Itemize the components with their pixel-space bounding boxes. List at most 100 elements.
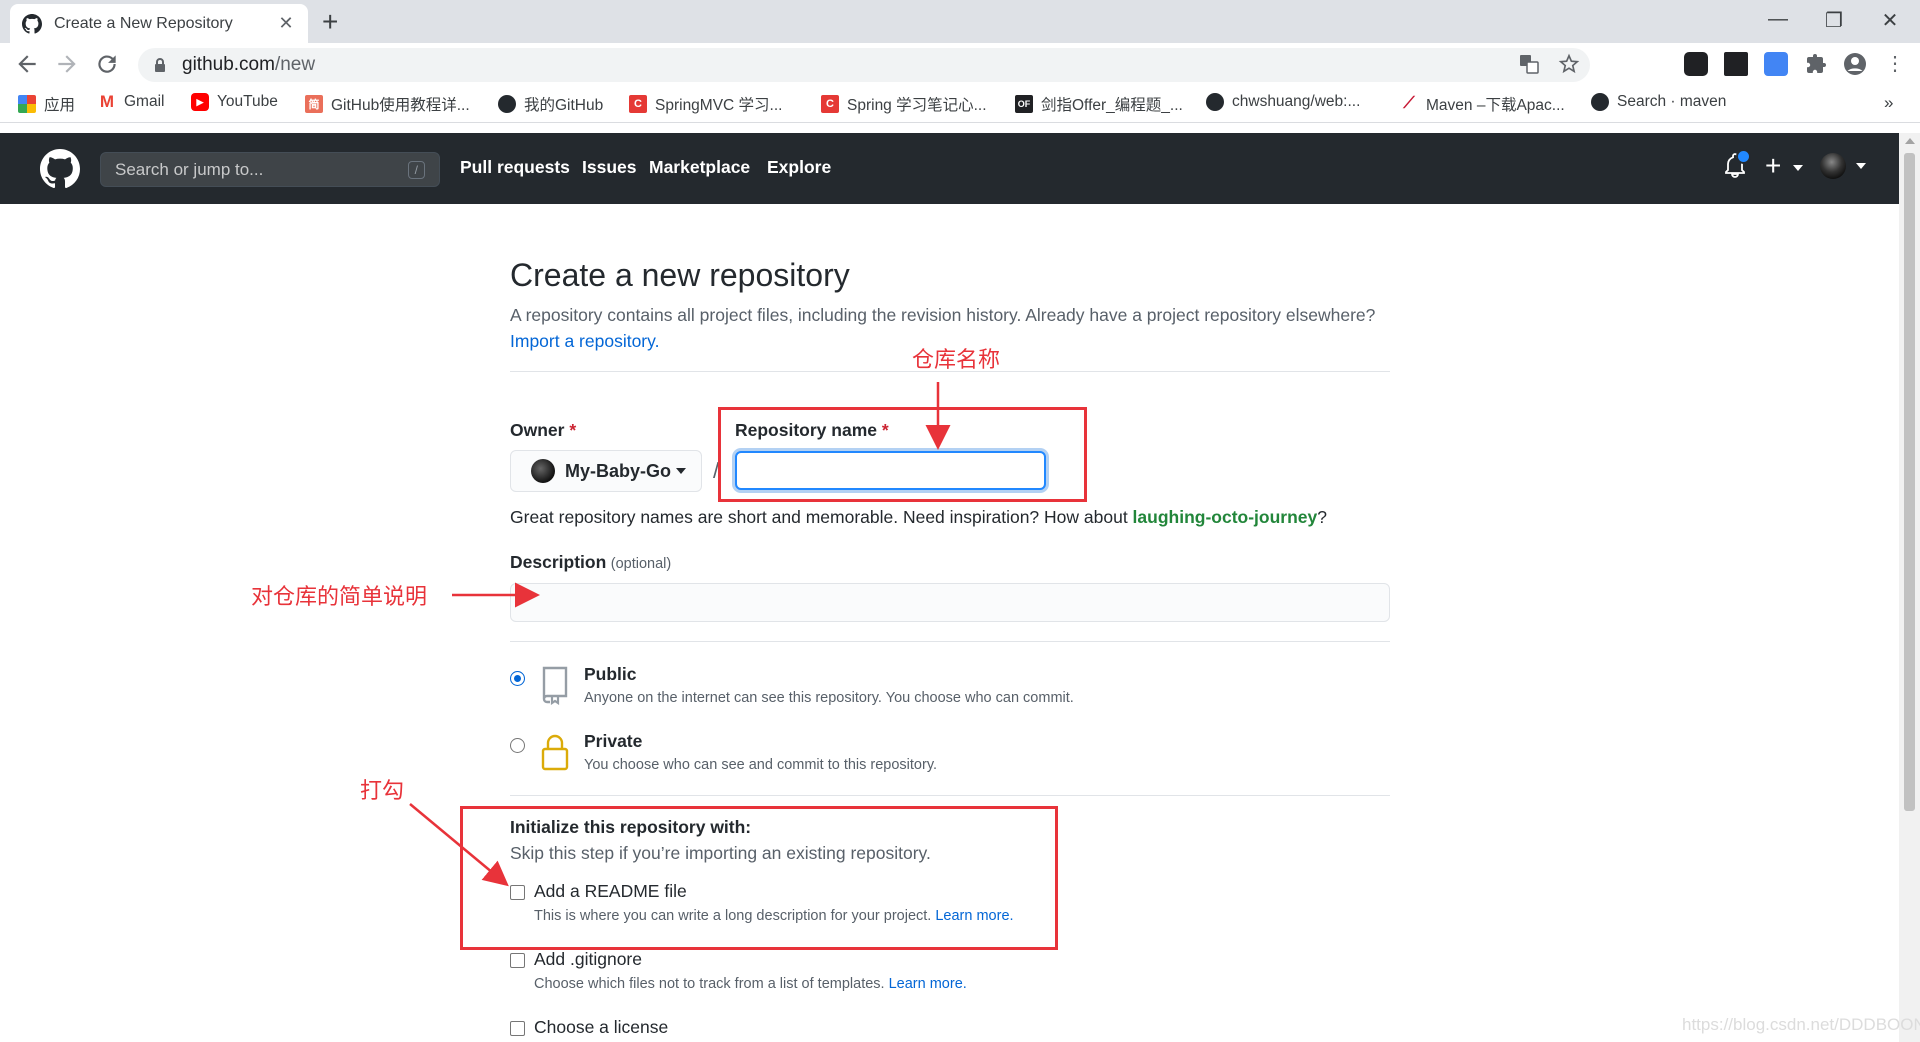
bookmark-star-icon[interactable] bbox=[1558, 53, 1580, 75]
plus-icon: + bbox=[1765, 150, 1782, 181]
github-icon bbox=[1206, 93, 1224, 111]
nav-marketplace[interactable]: Marketplace bbox=[649, 157, 750, 178]
csdn-icon: C bbox=[821, 95, 839, 113]
lock-icon bbox=[155, 58, 165, 72]
bookmark-chwshuang[interactable]: chwshuang/web:... bbox=[1206, 93, 1360, 111]
bookmarks-overflow-button[interactable]: » bbox=[1884, 93, 1893, 113]
page-scrollbar[interactable] bbox=[1899, 133, 1920, 1042]
import-repository-link[interactable]: Import a repository. bbox=[510, 331, 659, 351]
gitignore-checkbox[interactable] bbox=[510, 953, 525, 968]
reload-icon[interactable] bbox=[94, 51, 120, 77]
gitignore-title: Add .gitignore bbox=[534, 949, 642, 969]
suggested-name[interactable]: laughing-octo-journey bbox=[1133, 507, 1318, 527]
bookmark-gmail[interactable]: M Gmail bbox=[98, 92, 165, 111]
bookmark-my-github[interactable]: 我的GitHub bbox=[498, 93, 603, 115]
watermark: https://blog.csdn.net/DDDBOON bbox=[1682, 1015, 1920, 1034]
gitignore-note-text: Choose which files not to track from a l… bbox=[534, 976, 885, 992]
repo-name-hint: Great repository names are short and mem… bbox=[510, 507, 1327, 528]
address-bar[interactable]: github.com/new bbox=[138, 48, 1590, 82]
hint-suffix: ? bbox=[1317, 507, 1327, 527]
browser-toolbar: github.com/new ⋮ bbox=[0, 43, 1920, 86]
user-avatar-menu[interactable] bbox=[1820, 153, 1866, 179]
scroll-up-icon[interactable] bbox=[1905, 138, 1915, 144]
minimize-button[interactable]: — bbox=[1763, 8, 1793, 31]
extensions-puzzle-icon[interactable] bbox=[1804, 52, 1828, 76]
annotation-box-initialize bbox=[460, 806, 1058, 950]
close-window-button[interactable]: ✕ bbox=[1875, 8, 1905, 33]
bookmark-label: Gmail bbox=[124, 93, 165, 110]
github-search-input[interactable]: Search or jump to... / bbox=[100, 152, 440, 187]
nav-explore[interactable]: Explore bbox=[767, 157, 831, 178]
maven-icon: ⟋ bbox=[1403, 95, 1415, 112]
tab-close-icon[interactable]: ✕ bbox=[276, 13, 296, 34]
owner-avatar bbox=[531, 459, 555, 483]
repo-book-icon bbox=[542, 666, 568, 705]
license-checkbox[interactable] bbox=[510, 1021, 525, 1036]
bookmark-springmvc[interactable]: C SpringMVC 学习... bbox=[629, 93, 782, 115]
gitignore-learn-more-link[interactable]: Learn more. bbox=[889, 976, 967, 992]
search-shortcut-key: / bbox=[407, 160, 425, 179]
create-new-plus-button[interactable]: + bbox=[1765, 150, 1804, 182]
owner-label-text: Owner bbox=[510, 420, 565, 440]
youtube-icon: ▶ bbox=[191, 93, 209, 111]
chrome-menu-icon[interactable]: ⋮ bbox=[1882, 51, 1908, 77]
bookmark-apps[interactable]: 应用 bbox=[18, 93, 75, 115]
nowcoder-icon: OF bbox=[1015, 95, 1033, 113]
url-text: github.com/new bbox=[182, 54, 315, 76]
nav-pull-requests[interactable]: Pull requests bbox=[460, 157, 570, 178]
github-logo-icon[interactable] bbox=[40, 149, 80, 189]
csdn-icon: C bbox=[629, 95, 647, 113]
bookmark-label: Search · maven bbox=[1617, 93, 1727, 110]
browser-tab-bar: Create a New Repository ✕ + — ❐ ✕ bbox=[0, 0, 1920, 43]
bookmark-maven[interactable]: ⟋ Maven –下载Apac... bbox=[1400, 93, 1565, 115]
github-header: Search or jump to... / Pull requests Iss… bbox=[0, 133, 1899, 204]
bookmark-jianzhi-offer[interactable]: OF 剑指Offer_编程题_... bbox=[1015, 93, 1183, 115]
private-note: You choose who can see and commit to thi… bbox=[584, 757, 938, 773]
new-tab-button[interactable]: + bbox=[322, 8, 338, 36]
nav-issues[interactable]: Issues bbox=[582, 157, 636, 178]
url-path: /new bbox=[274, 54, 316, 75]
jianshu-icon: 简 bbox=[305, 95, 323, 113]
restore-button[interactable]: ❐ bbox=[1819, 8, 1849, 33]
required-mark: * bbox=[569, 420, 577, 440]
search-placeholder: Search or jump to... bbox=[115, 159, 264, 179]
extension-a-icon[interactable] bbox=[1724, 52, 1748, 76]
bookmarks-bar: 应用 M Gmail ▶ YouTube 简 GitHub使用教程详... 我的… bbox=[0, 86, 1920, 123]
bookmark-label: chwshuang/web:... bbox=[1232, 93, 1361, 110]
owner-select-button[interactable]: My-Baby-Go bbox=[510, 450, 702, 492]
browser-tab[interactable]: Create a New Repository ✕ bbox=[10, 4, 308, 43]
bookmark-label: YouTube bbox=[217, 93, 278, 110]
annotation-description: 对仓库的简单说明 bbox=[251, 585, 428, 610]
google-translate-icon[interactable] bbox=[1764, 52, 1788, 76]
notifications-bell-icon[interactable] bbox=[1724, 149, 1751, 185]
extension-dots-icon[interactable] bbox=[1684, 52, 1708, 76]
bookmark-spring[interactable]: C Spring 学习笔记心... bbox=[821, 93, 987, 115]
translate-icon[interactable] bbox=[1518, 53, 1540, 75]
annotation-box-repo-name bbox=[718, 407, 1087, 502]
private-title: Private bbox=[584, 731, 643, 751]
private-radio[interactable] bbox=[510, 738, 525, 753]
page-title: Create a new repository bbox=[510, 257, 850, 293]
public-title: Public bbox=[584, 664, 637, 684]
lock-icon bbox=[541, 734, 569, 771]
gitignore-note: Choose which files not to track from a l… bbox=[534, 976, 967, 992]
bookmark-github-tutorial[interactable]: 简 GitHub使用教程详... bbox=[305, 93, 470, 115]
avatar bbox=[1820, 153, 1846, 179]
url-host: github.com bbox=[182, 54, 275, 75]
profile-icon[interactable] bbox=[1843, 52, 1867, 76]
bookmark-label: Maven –下载Apac... bbox=[1426, 97, 1565, 114]
back-arrow-icon[interactable] bbox=[14, 51, 40, 77]
forward-arrow-icon[interactable] bbox=[54, 51, 80, 77]
bookmark-youtube[interactable]: ▶ YouTube bbox=[191, 93, 278, 111]
bookmark-search-maven[interactable]: Search · maven bbox=[1591, 93, 1726, 111]
divider bbox=[510, 795, 1390, 796]
chevron-down-icon bbox=[1793, 164, 1804, 171]
public-radio[interactable] bbox=[510, 671, 525, 686]
bookmark-label: GitHub使用教程详... bbox=[331, 97, 470, 114]
scrollbar-thumb[interactable] bbox=[1904, 153, 1915, 811]
lead-text: A repository contains all project files,… bbox=[510, 305, 1376, 325]
hint-text: Great repository names are short and mem… bbox=[510, 507, 1133, 527]
gmail-icon: M bbox=[99, 92, 115, 111]
github-icon bbox=[1591, 93, 1609, 111]
description-input[interactable] bbox=[510, 583, 1390, 622]
